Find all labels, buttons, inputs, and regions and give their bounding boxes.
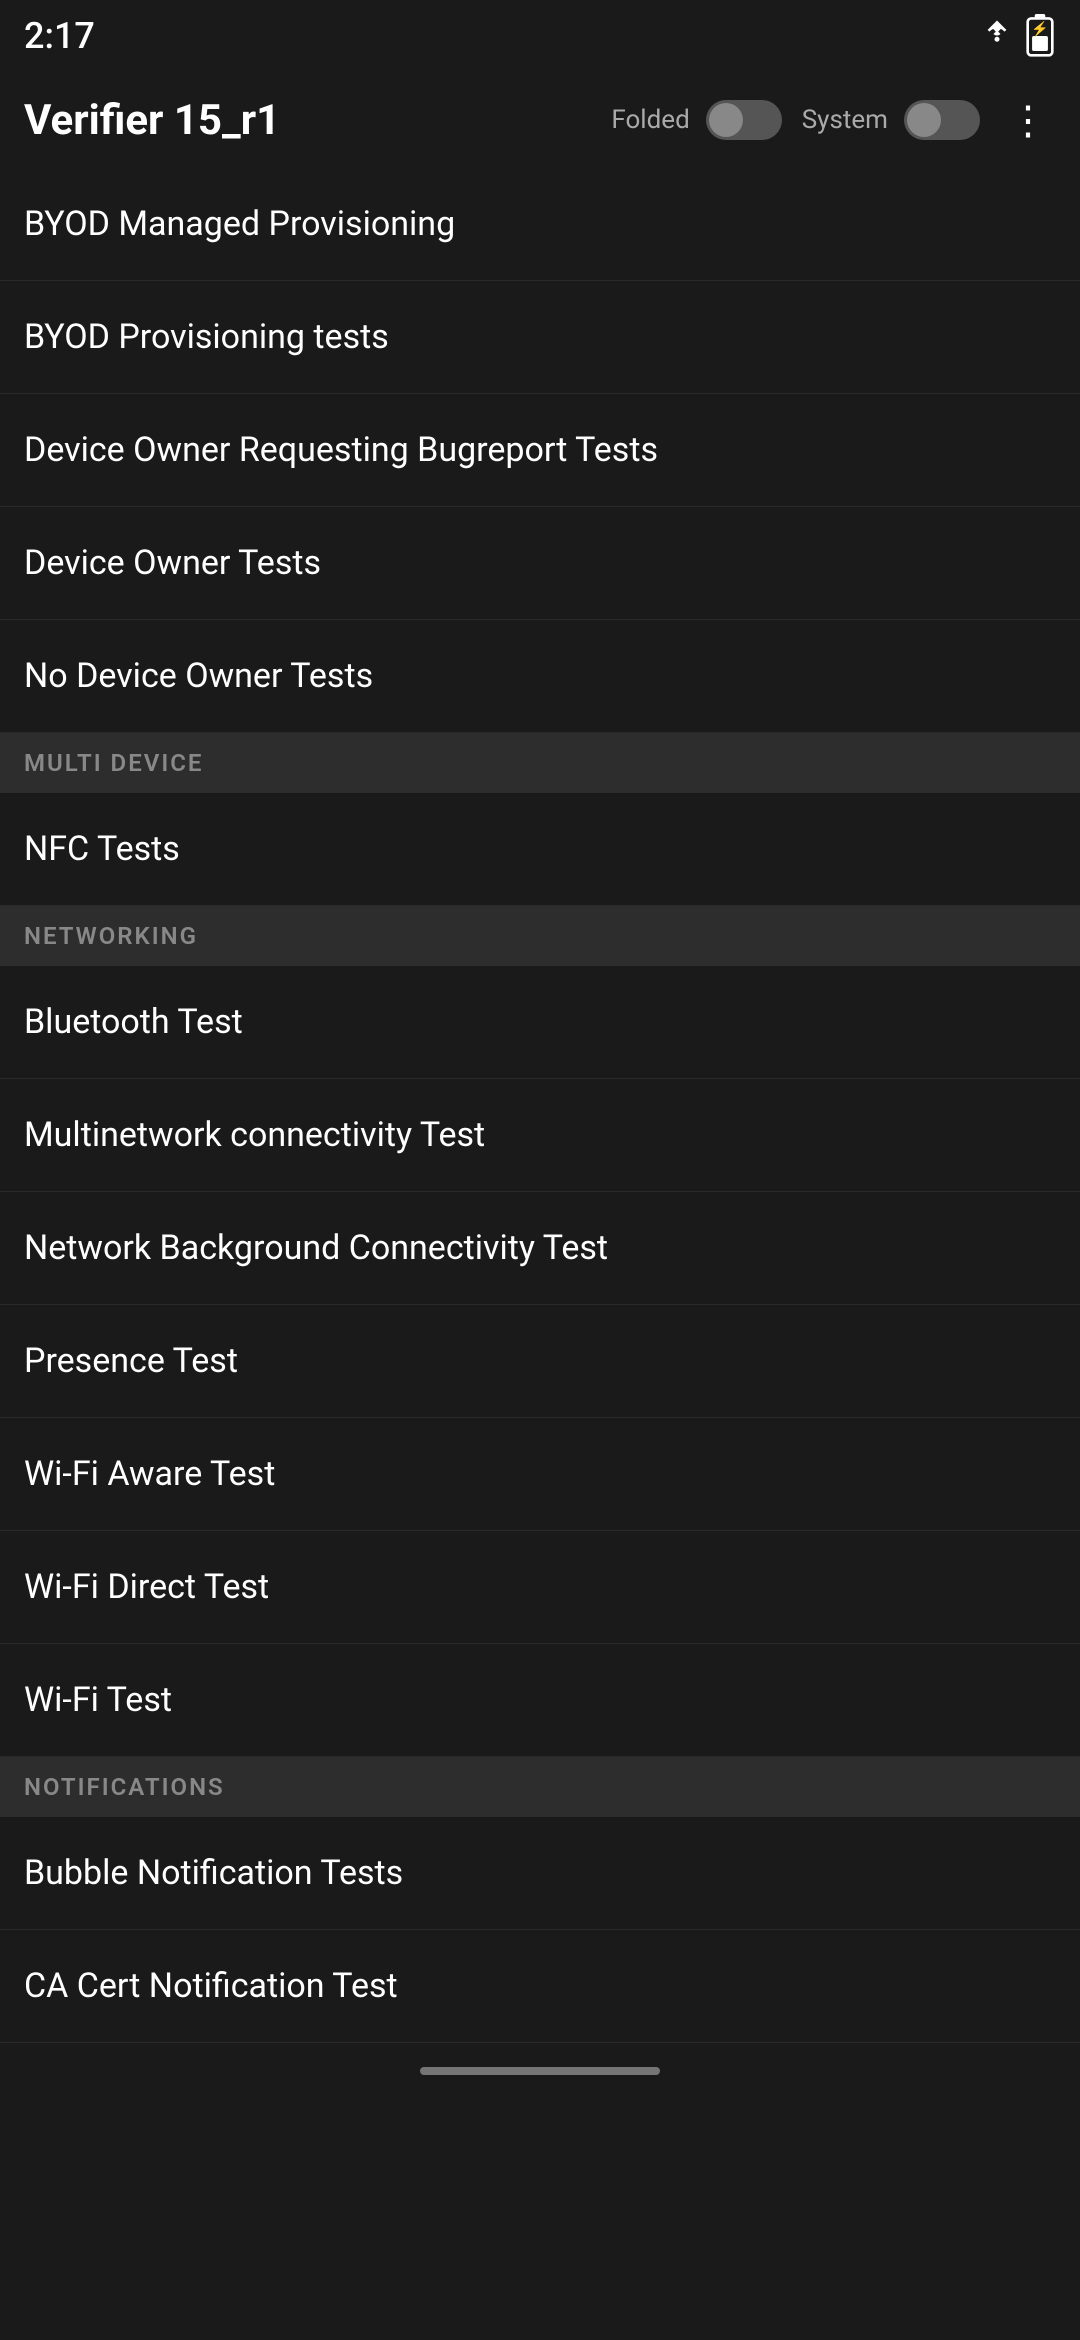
folded-label: Folded [611, 105, 689, 135]
section-header-networking: NETWORKING [0, 906, 1080, 966]
home-indicator [420, 2067, 660, 2075]
section-header-notifications: NOTIFICATIONS [0, 1757, 1080, 1817]
folded-toggle-knob [709, 103, 743, 137]
app-title: Verifier 15_r1 [24, 96, 591, 145]
status-time: 2:17 [24, 15, 95, 57]
system-toggle-knob [907, 103, 941, 137]
list-item[interactable]: Presence Test [0, 1305, 1080, 1418]
battery-icon: ⚡ [1024, 14, 1056, 58]
system-label: System [802, 105, 888, 135]
list-item[interactable]: Network Background Connectivity Test [0, 1192, 1080, 1305]
list-item[interactable]: Multinetwork connectivity Test [0, 1079, 1080, 1192]
folded-toggle-group: Folded [611, 100, 781, 140]
folded-toggle[interactable] [706, 100, 782, 140]
main-list: BYOD Managed ProvisioningBYOD Provisioni… [0, 168, 1080, 2043]
system-toggle-group: System [802, 100, 980, 140]
list-item[interactable]: Wi-Fi Test [0, 1644, 1080, 1757]
list-item[interactable]: NFC Tests [0, 793, 1080, 906]
list-item[interactable]: Wi-Fi Direct Test [0, 1531, 1080, 1644]
more-options-button[interactable]: ⋮ [1000, 89, 1056, 152]
toolbar: Verifier 15_r1 Folded System ⋮ [0, 72, 1080, 168]
list-item[interactable]: Device Owner Requesting Bugreport Tests [0, 394, 1080, 507]
list-item[interactable]: Wi-Fi Aware Test [0, 1418, 1080, 1531]
list-item[interactable]: No Device Owner Tests [0, 620, 1080, 733]
list-item[interactable]: Bubble Notification Tests [0, 1817, 1080, 1930]
status-bar: 2:17 ⚡ [0, 0, 1080, 72]
list-item[interactable]: BYOD Provisioning tests [0, 281, 1080, 394]
svg-text:⚡: ⚡ [1031, 20, 1049, 37]
list-item[interactable]: Device Owner Tests [0, 507, 1080, 620]
system-toggle[interactable] [904, 100, 980, 140]
list-item[interactable]: Bluetooth Test [0, 966, 1080, 1079]
signal-icon [982, 18, 1012, 55]
list-item[interactable]: BYOD Managed Provisioning [0, 168, 1080, 281]
list-item[interactable]: CA Cert Notification Test [0, 1930, 1080, 2043]
status-icons: ⚡ [982, 14, 1056, 58]
section-header-multi-device: MULTI DEVICE [0, 733, 1080, 793]
